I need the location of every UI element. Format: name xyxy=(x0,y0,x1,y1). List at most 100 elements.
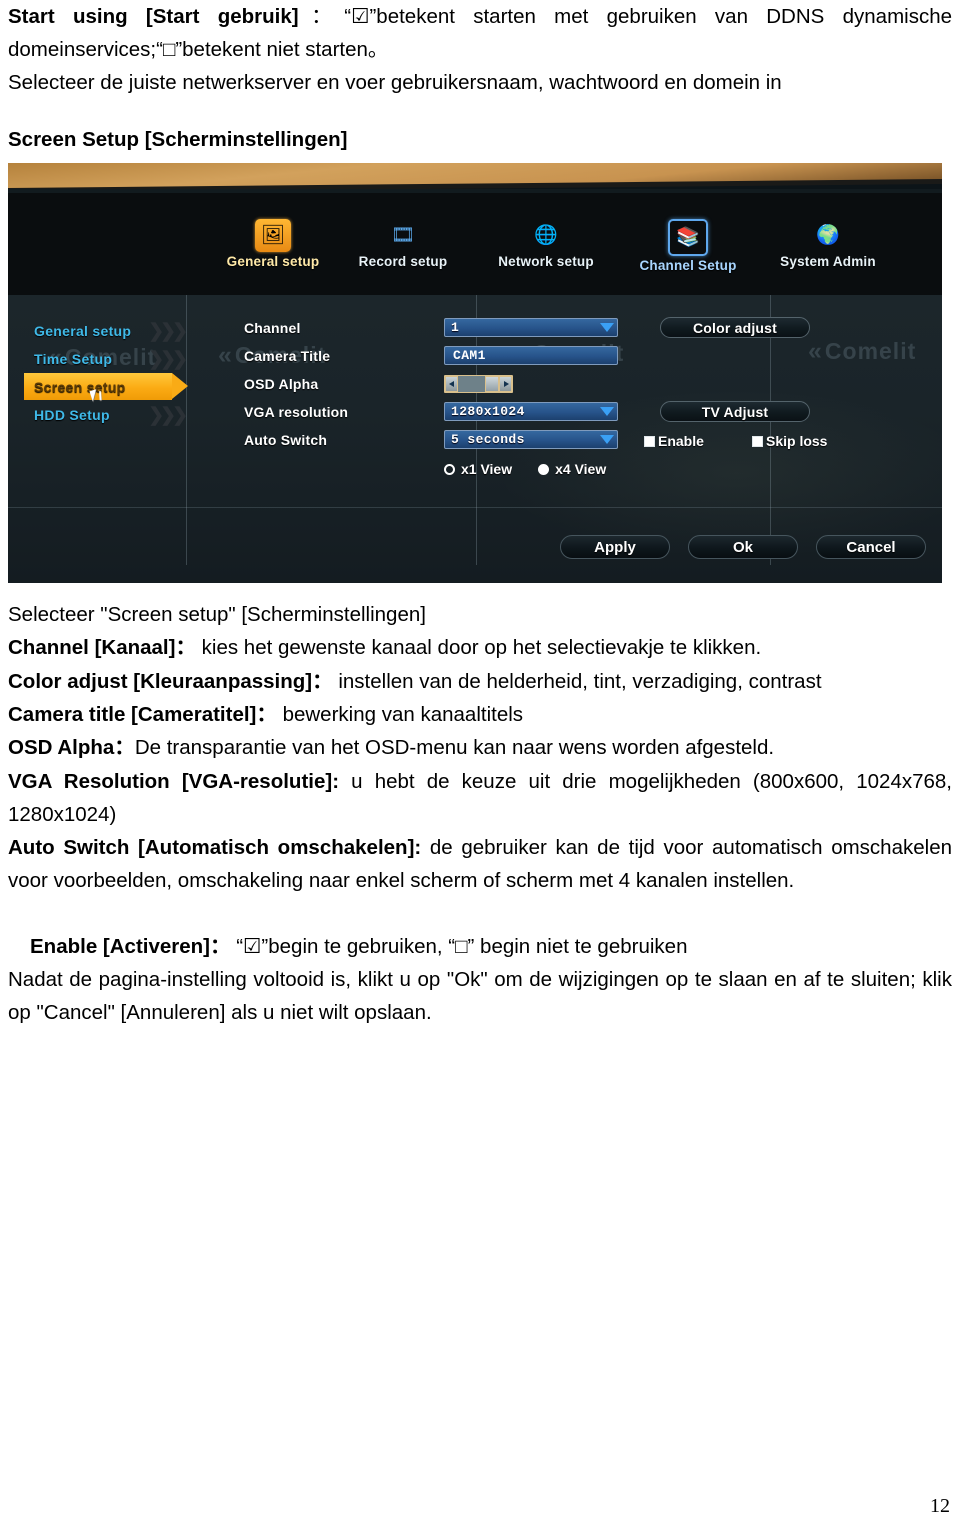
channel-select[interactable]: 1 xyxy=(444,318,618,337)
radio-x1-view-label: x1 View xyxy=(461,461,513,477)
form-row-vga-resolution: VGA resolution 1280x1024 TV Adjust xyxy=(244,401,942,428)
radio-x4-view[interactable]: x4 View xyxy=(538,461,606,477)
nav-network-setup[interactable]: 🌐 Network setup xyxy=(471,219,621,269)
chevron-right-icon: ❯❯❯ xyxy=(148,321,188,342)
sidebar-item-time-setup[interactable]: Time Setup ❯❯❯ xyxy=(16,345,188,372)
sidebar-item-label: Screen setup xyxy=(34,378,126,395)
nav-general-setup[interactable]: 🖼 General setup xyxy=(198,219,348,269)
chevron-right-icon: ❯❯❯ xyxy=(148,349,188,370)
tv-adjust-button[interactable]: TV Adjust xyxy=(660,401,810,422)
cancel-button[interactable]: Cancel xyxy=(816,535,926,559)
sidebar-item-hdd-setup[interactable]: HDD Setup ❯❯❯ xyxy=(16,401,188,428)
osd-alpha-wrap xyxy=(444,375,513,393)
item-vga-resolution-term: VGA Resolution [VGA-resolutie]: xyxy=(8,770,340,793)
channel-setup-icon: 📚 xyxy=(668,219,708,256)
item-channel-desc: kies het gewenste kanaal door op het sel… xyxy=(201,636,762,659)
auto-switch-label: Auto Switch xyxy=(244,432,328,448)
channel-label: Channel xyxy=(244,320,301,336)
record-setup-icon: 🎞 xyxy=(390,225,416,246)
slider-increase-button[interactable] xyxy=(499,376,512,392)
page-number: 12 xyxy=(930,1495,950,1517)
osd-alpha-label: OSD Alpha xyxy=(244,376,319,392)
item-enable: Enable [Activeren]： “☑”begin te gebruike… xyxy=(30,930,950,963)
slider-track[interactable] xyxy=(458,376,499,392)
item-vga-resolution: VGA Resolution [VGA-resolutie]: u hebt d… xyxy=(8,765,952,831)
auto-switch-wrap: 5 seconds xyxy=(444,430,618,449)
nav-network-setup-label: Network setup xyxy=(498,254,594,269)
form-row-camera-title: Camera Title CAM1 xyxy=(244,345,942,372)
item-osd-alpha-desc: De transparantie van het OSD-menu kan na… xyxy=(134,736,775,759)
camera-title-value: CAM1 xyxy=(453,348,486,363)
skip-loss-checkbox-label: Skip loss xyxy=(766,433,828,449)
item-channel: Channel [Kanaal]： kies het gewenste kana… xyxy=(8,631,952,664)
nav-record-setup[interactable]: 🎞 Record setup xyxy=(328,219,478,269)
nav-system-admin-label: System Admin xyxy=(780,254,876,269)
skip-loss-checkbox[interactable]: Skip loss xyxy=(752,433,827,449)
nav-general-setup-label: General setup xyxy=(226,254,320,269)
radio-x1-view[interactable]: x1 View xyxy=(444,461,512,477)
vga-resolution-wrap: 1280x1024 xyxy=(444,402,618,421)
auto-switch-select[interactable]: 5 seconds xyxy=(444,430,618,449)
form-row-view-mode: x1 View x4 View xyxy=(244,457,942,481)
triangle-right-icon xyxy=(503,381,509,387)
item-camera-title: Camera title [Cameratitel]： bewerking va… xyxy=(8,698,952,731)
document-page: Start using [Start gebruik]：“☑”betekent … xyxy=(0,0,960,1534)
item-channel-term: Channel [Kanaal]： xyxy=(8,636,196,659)
photo-top-band xyxy=(8,163,942,189)
intro-paragraph-2: Selecteer de juiste netwerkserver en voe… xyxy=(8,71,782,94)
osd-alpha-slider[interactable] xyxy=(444,375,513,393)
nav-channel-setup[interactable]: 📚 Channel Setup xyxy=(613,219,763,273)
item-color-adjust: Color adjust [Kleuraanpassing]： instelle… xyxy=(8,665,952,698)
item-enable-term: Enable [Activeren]： xyxy=(30,935,231,958)
item-color-adjust-term: Color adjust [Kleuraanpassing]： xyxy=(8,670,333,693)
dvr-action-buttons: Apply Ok Cancel xyxy=(560,535,926,559)
dvr-top-navigation: 🖼 General setup 🎞 Record setup 🌐 Network… xyxy=(8,215,942,293)
vga-resolution-label: VGA resolution xyxy=(244,404,349,420)
item-osd-alpha: OSD Alpha：De transparantie van het OSD-m… xyxy=(8,731,952,764)
radio-x4-view-label: x4 View xyxy=(555,461,607,477)
sidebar-item-screen-setup[interactable]: Screen setup xyxy=(16,373,188,402)
apply-button[interactable]: Apply xyxy=(560,535,670,559)
camera-title-wrap: CAM1 xyxy=(444,346,618,365)
item-camera-title-term: Camera title [Cameratitel]： xyxy=(8,703,277,726)
dvr-sidebar: General setup ❯❯❯ Time Setup ❯❯❯ Screen … xyxy=(16,317,188,429)
line-select-screen-setup: Selecteer "Screen setup" [Scherminstelli… xyxy=(8,603,426,626)
vga-resolution-value: 1280x1024 xyxy=(451,404,525,419)
ok-button[interactable]: Ok xyxy=(688,535,798,559)
sidebar-item-label: Time Setup xyxy=(34,350,113,367)
nav-system-admin[interactable]: 🌍 System Admin xyxy=(753,219,903,269)
camera-title-label: Camera Title xyxy=(244,348,331,364)
network-setup-icon: 🌐 xyxy=(534,225,558,246)
sidebar-item-label: General setup xyxy=(34,322,132,339)
color-adjust-button[interactable]: Color adjust xyxy=(660,317,810,338)
checkbox-box-icon xyxy=(644,435,655,447)
enable-checkbox[interactable]: Enable xyxy=(644,433,704,449)
sidebar-item-general-setup[interactable]: General setup ❯❯❯ xyxy=(16,317,188,344)
radio-dot-icon xyxy=(444,463,455,475)
channel-select-wrap: 1 xyxy=(444,318,618,337)
sidebar-item-label: HDD Setup xyxy=(34,406,110,423)
intro-paragraph-1: Start using [Start gebruik]：“☑”betekent … xyxy=(8,0,952,66)
chevron-down-icon xyxy=(600,323,614,332)
closing-paragraph: Nadat de pagina-instelling voltooid is, … xyxy=(8,968,952,1024)
vga-resolution-select[interactable]: 1280x1024 xyxy=(444,402,618,421)
chevron-down-icon xyxy=(600,435,614,444)
slider-thumb[interactable] xyxy=(485,376,499,392)
form-row-auto-switch: Auto Switch 5 seconds Enable Skip loss xyxy=(244,429,942,456)
enable-checkbox-label: Enable xyxy=(658,433,704,449)
dvr-screenshot-photo: Comelit Comelit Comelit Comelit 🖼 Genera… xyxy=(8,163,942,583)
form-row-channel: Channel 1 Color adjust xyxy=(244,317,942,344)
auto-switch-value: 5 seconds xyxy=(451,432,525,447)
camera-title-input[interactable]: CAM1 xyxy=(444,346,618,365)
dvr-screen: Comelit Comelit Comelit Comelit 🖼 Genera… xyxy=(8,189,942,583)
intro-p1-bold: Start using [Start gebruik] xyxy=(8,5,299,28)
nav-channel-setup-label: Channel Setup xyxy=(639,258,737,273)
section-heading: Screen Setup [Scherminstellingen] xyxy=(8,128,348,151)
slider-decrease-button[interactable] xyxy=(445,376,458,392)
item-camera-title-desc: bewerking van kanaaltitels xyxy=(282,703,524,726)
radio-dot-icon xyxy=(538,463,550,475)
item-osd-alpha-term: OSD Alpha： xyxy=(8,736,135,759)
quad-divider-horizontal xyxy=(8,507,942,508)
view-mode-radio-group: x1 View x4 View xyxy=(444,461,606,477)
item-auto-switch: Auto Switch [Automatisch omschakelen]: d… xyxy=(8,831,952,897)
